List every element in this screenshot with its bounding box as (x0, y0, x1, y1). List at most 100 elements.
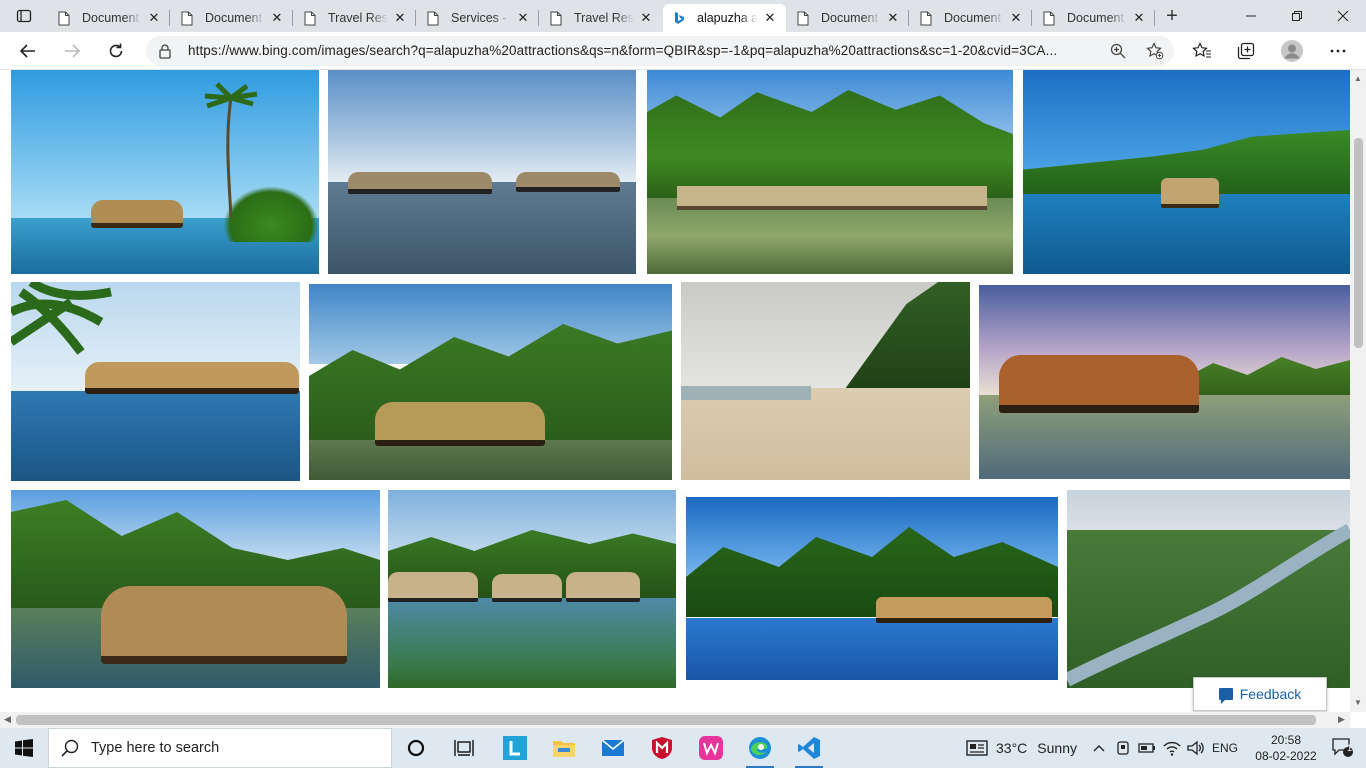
l-app-icon (503, 736, 527, 760)
network-button[interactable] (1160, 728, 1184, 768)
back-button[interactable] (12, 36, 44, 66)
close-window-button[interactable] (1320, 0, 1366, 32)
image-result-houseboat-coconut[interactable] (11, 282, 300, 481)
image-result-houseboats-palms[interactable] (647, 70, 1013, 274)
lock-icon[interactable] (158, 43, 172, 59)
tab-document-2[interactable]: Document ✕ (171, 4, 293, 32)
horizontal-scrollbar[interactable]: ◀ ▶ (0, 712, 1350, 728)
tab-title: Travel Resp (574, 11, 634, 25)
tab-document-1[interactable]: Document ✕ (48, 4, 170, 32)
windows-icon (15, 739, 33, 757)
image-result-houseboat-bluesky[interactable] (686, 497, 1058, 680)
speaker-icon (1187, 740, 1204, 756)
image-result-houseboat-sunset[interactable] (979, 285, 1350, 479)
avatar-icon (1281, 40, 1303, 62)
url-text[interactable]: https://www.bing.com/images/search?q=ala… (188, 43, 1098, 58)
tab-close-icon[interactable]: ✕ (634, 6, 658, 30)
language-indicator[interactable]: ENG (1212, 728, 1238, 768)
edge-browser-button[interactable] (736, 728, 784, 768)
image-result-two-houseboats[interactable] (328, 70, 636, 274)
image-result-beach[interactable] (681, 282, 970, 480)
tab-close-icon[interactable]: ✕ (1127, 6, 1151, 30)
tab-close-icon[interactable]: ✕ (511, 6, 535, 30)
show-hidden-icons-button[interactable] (1088, 728, 1110, 768)
taskbar-app-l[interactable] (491, 728, 539, 768)
forward-arrow-icon (65, 44, 81, 58)
page-icon (58, 10, 72, 26)
notification-center-button[interactable]: 1 (1320, 728, 1366, 768)
collections-icon (1237, 42, 1255, 60)
tab-actions-button[interactable] (8, 4, 40, 28)
taskbar: Type here to search 33°C Sunny ENG 20:58… (0, 728, 1366, 768)
tab-strip: Document ✕ Document ✕ Travel Resp ✕ Serv… (0, 0, 1366, 32)
tab-close-icon[interactable]: ✕ (265, 6, 289, 30)
weather-widget[interactable]: 33°C Sunny (966, 728, 1077, 768)
forward-button[interactable] (56, 36, 88, 66)
new-tab-button[interactable]: + (1158, 4, 1186, 28)
start-button[interactable] (0, 728, 48, 768)
tab-close-icon[interactable]: ✕ (1004, 6, 1028, 30)
scroll-down-icon[interactable]: ▼ (1354, 698, 1362, 707)
page-icon (550, 10, 564, 26)
scroll-left-icon[interactable]: ◀ (4, 714, 11, 725)
volume-button[interactable] (1184, 728, 1208, 768)
taskbar-search-box[interactable]: Type here to search (48, 728, 392, 768)
address-bar[interactable]: https://www.bing.com/images/search?q=ala… (146, 36, 1174, 66)
scroll-up-icon[interactable]: ▲ (1354, 74, 1362, 83)
image-result-backwater-blue[interactable] (1023, 70, 1350, 274)
vscode-button[interactable] (785, 728, 833, 768)
collections-button[interactable] (1230, 36, 1262, 66)
device-tray-button[interactable] (1112, 728, 1134, 768)
search-icon (61, 739, 79, 757)
tab-title: Document (82, 11, 139, 25)
wps-icon (699, 736, 723, 760)
page-icon (1043, 10, 1057, 26)
mail-button[interactable] (589, 728, 637, 768)
favorites-button[interactable] (1186, 36, 1218, 66)
cortana-button[interactable] (392, 728, 440, 768)
image-result-houseboat-jungle[interactable] (309, 284, 672, 480)
image-result-houseboat-river[interactable] (11, 490, 380, 688)
zoom-icon[interactable] (1110, 43, 1126, 59)
tab-document-5[interactable]: Document ✕ (1033, 4, 1155, 32)
vertical-scroll-thumb[interactable] (1354, 138, 1363, 348)
image-results-grid (0, 70, 1350, 712)
page-icon (304, 10, 318, 26)
tab-close-icon[interactable]: ✕ (142, 6, 166, 30)
tab-close-icon[interactable]: ✕ (388, 6, 412, 30)
tab-services[interactable]: Services - T ✕ (417, 4, 539, 32)
horizontal-scroll-thumb[interactable] (16, 715, 1316, 725)
image-result-houseboat-palm[interactable] (11, 70, 319, 274)
settings-more-button[interactable] (1322, 36, 1354, 66)
refresh-button[interactable] (100, 36, 132, 66)
battery-button[interactable] (1136, 728, 1158, 768)
feedback-button[interactable]: Feedback (1193, 677, 1327, 711)
image-result-three-houseboats[interactable] (388, 490, 676, 688)
clock[interactable]: 20:58 08-02-2022 (1252, 732, 1320, 764)
task-view-button[interactable] (440, 728, 488, 768)
tab-close-icon[interactable]: ✕ (881, 6, 905, 30)
scroll-right-icon[interactable]: ▶ (1338, 714, 1345, 725)
restore-button[interactable] (1274, 0, 1320, 32)
tab-close-icon[interactable]: ✕ (758, 6, 782, 30)
wps-office-button[interactable] (687, 728, 735, 768)
file-explorer-button[interactable] (540, 728, 588, 768)
tab-bing-active[interactable]: alapuzha a ✕ (663, 4, 786, 32)
vertical-scrollbar[interactable]: ▲ ▼ (1350, 70, 1366, 712)
refresh-icon (109, 43, 123, 58)
minimize-button[interactable] (1228, 0, 1274, 32)
tab-document-3[interactable]: Document ✕ (787, 4, 909, 32)
tab-title: Services - T (451, 11, 511, 25)
tab-document-4[interactable]: Document ✕ (910, 4, 1032, 32)
profile-button[interactable] (1276, 36, 1308, 66)
cortana-icon (407, 739, 425, 757)
add-favorite-icon[interactable] (1146, 42, 1164, 60)
feedback-icon (1218, 688, 1233, 704)
tab-travel-1[interactable]: Travel Resp ✕ (294, 4, 416, 32)
image-result-aerial-backwaters[interactable] (1067, 490, 1350, 688)
page-icon (920, 10, 934, 26)
more-icon (1330, 49, 1346, 53)
mcafee-button[interactable] (638, 728, 686, 768)
tab-travel-2[interactable]: Travel Resp ✕ (540, 4, 662, 32)
folder-icon (553, 741, 575, 757)
